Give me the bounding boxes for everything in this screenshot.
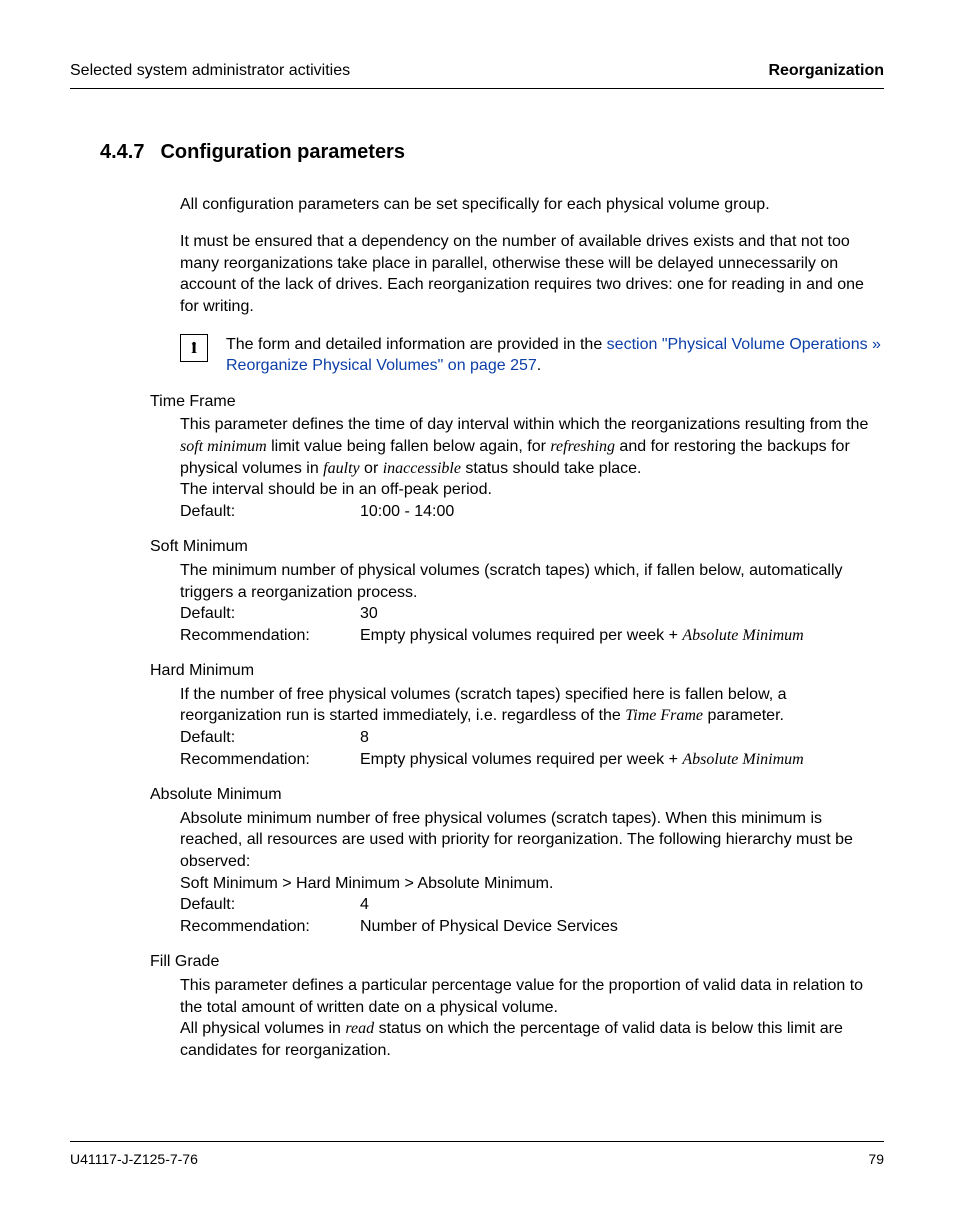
default-row: Default: 4 [180, 894, 884, 916]
tf-em1: soft minimum [180, 438, 267, 455]
param-desc-2: The interval should be in an off-peak pe… [180, 479, 884, 501]
param-desc-2: All physical volumes in read status on w… [180, 1018, 884, 1061]
param-desc: The minimum number of physical volumes (… [180, 560, 884, 603]
info-note-pre: The form and detailed information are pr… [226, 336, 607, 353]
section-title-text: Configuration parameters [160, 139, 404, 166]
intro-paragraph-1: All configuration parameters can be set … [180, 194, 884, 216]
default-label: Default: [180, 727, 360, 749]
rec-em: Absolute Minimum [682, 627, 803, 644]
default-value: 10:00 - 14:00 [360, 501, 454, 523]
section-number: 4.4.7 [100, 139, 144, 166]
footer: U41117-J-Z125-7-76 79 [70, 1141, 884, 1169]
rec-em: Absolute Minimum [682, 751, 803, 768]
info-note: ı The form and detailed information are … [180, 334, 884, 377]
footer-page-number: 79 [868, 1150, 884, 1169]
param-title: Absolute Minimum [150, 784, 884, 806]
param-soft-minimum: Soft Minimum The minimum number of physi… [180, 536, 884, 646]
section-heading: 4.4.7 Configuration parameters [100, 139, 884, 166]
recommendation-row: Recommendation: Empty physical volumes r… [180, 749, 884, 771]
param-desc: This parameter defines the time of day i… [180, 414, 884, 479]
default-label: Default: [180, 894, 360, 916]
intro-paragraph-2: It must be ensured that a dependency on … [180, 231, 884, 317]
fg-em: read [345, 1020, 374, 1037]
recommendation-value: Empty physical volumes required per week… [360, 625, 804, 647]
header-left: Selected system administrator activities [70, 60, 350, 82]
param-title: Time Frame [150, 391, 884, 413]
param-title: Soft Minimum [150, 536, 884, 558]
default-value: 4 [360, 894, 369, 916]
param-title: Fill Grade [150, 951, 884, 973]
tf-em2: refreshing [550, 438, 615, 455]
fg-d2a: All physical volumes in [180, 1020, 345, 1037]
default-label: Default: [180, 501, 360, 523]
recommendation-value: Number of Physical Device Services [360, 916, 618, 938]
footer-docid: U41117-J-Z125-7-76 [70, 1150, 198, 1169]
param-desc: Absolute minimum number of free physical… [180, 808, 884, 873]
recommendation-label: Recommendation: [180, 916, 360, 938]
param-fill-grade: Fill Grade This parameter defines a part… [180, 951, 884, 1061]
recommendation-label: Recommendation: [180, 625, 360, 647]
main-content: All configuration parameters can be set … [180, 194, 884, 1062]
tf-d1b: limit value being fallen below again, fo… [267, 438, 551, 455]
default-row: Default: 10:00 - 14:00 [180, 501, 884, 523]
param-time-frame: Time Frame This parameter defines the ti… [180, 391, 884, 523]
param-absolute-minimum: Absolute Minimum Absolute minimum number… [180, 784, 884, 937]
hm-db: parameter. [703, 707, 784, 724]
recommendation-label: Recommendation: [180, 749, 360, 771]
header-right: Reorganization [768, 60, 884, 82]
tf-d1a: This parameter defines the time of day i… [180, 416, 868, 433]
default-label: Default: [180, 603, 360, 625]
info-note-post: . [537, 357, 541, 374]
tf-d1d: or [360, 460, 383, 477]
rec-pre: Empty physical volumes required per week… [360, 751, 682, 768]
default-row: Default: 8 [180, 727, 884, 749]
info-icon: ı [180, 334, 208, 362]
rec-pre: Empty physical volumes required per week… [360, 627, 682, 644]
hm-em: Time Frame [625, 707, 703, 724]
param-hierarchy: Soft Minimum > Hard Minimum > Absolute M… [180, 873, 884, 895]
recommendation-row: Recommendation: Empty physical volumes r… [180, 625, 884, 647]
recommendation-row: Recommendation: Number of Physical Devic… [180, 916, 884, 938]
tf-em4: inaccessible [383, 460, 461, 477]
param-desc-1: This parameter defines a particular perc… [180, 975, 884, 1018]
default-row: Default: 30 [180, 603, 884, 625]
tf-d1e: status should take place. [461, 460, 642, 477]
param-desc: If the number of free physical volumes (… [180, 684, 884, 727]
default-value: 8 [360, 727, 369, 749]
param-title: Hard Minimum [150, 660, 884, 682]
recommendation-value: Empty physical volumes required per week… [360, 749, 804, 771]
tf-em3: faulty [323, 460, 359, 477]
param-hard-minimum: Hard Minimum If the number of free physi… [180, 660, 884, 770]
info-note-text: The form and detailed information are pr… [226, 334, 884, 377]
default-value: 30 [360, 603, 378, 625]
running-header: Selected system administrator activities… [70, 60, 884, 89]
